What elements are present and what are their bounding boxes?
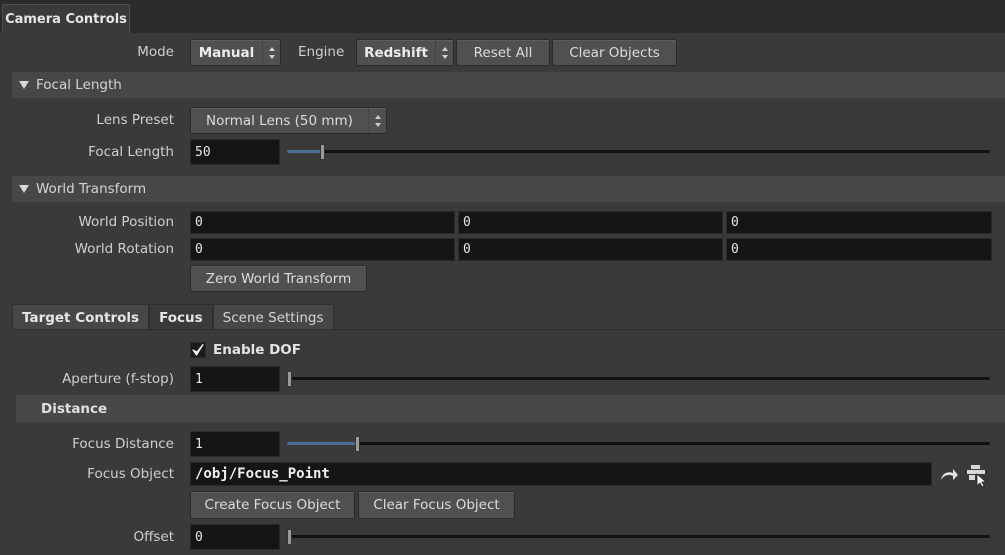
slider-track	[287, 150, 990, 153]
section-title: Focal Length	[36, 77, 122, 93]
up-down-arrows-icon	[435, 40, 453, 65]
triangle-down-icon	[12, 184, 36, 194]
world-position-label: World Position	[78, 214, 174, 230]
slider-fill	[287, 150, 322, 153]
focus-object-field[interactable]: /obj/Focus_Point	[190, 462, 932, 486]
up-down-arrows-icon	[262, 40, 280, 65]
slider-track	[287, 535, 990, 538]
jump-arrow-icon[interactable]	[938, 464, 960, 486]
world-rotation-z-field[interactable]: 0	[726, 238, 992, 261]
up-down-arrows-icon	[368, 108, 386, 133]
slider-track	[287, 442, 990, 445]
engine-menu[interactable]: Redshift	[356, 39, 454, 66]
focus-distance-label: Focus Distance	[72, 436, 174, 452]
slider-handle[interactable]	[287, 371, 292, 387]
focal-length-slider[interactable]	[287, 140, 990, 164]
triangle-down-icon	[12, 80, 36, 90]
clear-focus-object-button[interactable]: Clear Focus Object	[358, 491, 515, 519]
lens-preset-label: Lens Preset	[96, 112, 174, 128]
slider-track	[287, 377, 990, 380]
aperture-label: Aperture (f-stop)	[62, 371, 174, 387]
world-position-x-field[interactable]: 0	[190, 211, 455, 234]
focal-length-label: Focal Length	[88, 144, 174, 160]
world-position-z-field[interactable]: 0	[726, 211, 992, 234]
focal-length-field[interactable]: 50	[190, 139, 280, 165]
node-picker-icon[interactable]	[965, 463, 989, 488]
slider-handle[interactable]	[355, 436, 360, 452]
world-transform-section-header[interactable]: World Transform	[12, 176, 1005, 202]
tab-scene-settings[interactable]: Scene Settings	[212, 304, 334, 330]
focal-length-section-header[interactable]: Focal Length	[12, 72, 1005, 98]
focus-distance-slider[interactable]	[287, 432, 990, 456]
tab-bar	[0, 0, 1005, 33]
section-title: Distance	[41, 400, 108, 417]
world-position-y-field[interactable]: 0	[458, 211, 723, 234]
lens-preset-menu[interactable]: Normal Lens (50 mm)	[190, 107, 387, 134]
tab-divider	[12, 329, 1005, 330]
world-rotation-label: World Rotation	[74, 241, 174, 257]
tab-camera-controls[interactable]: Camera Controls	[2, 4, 130, 33]
aperture-slider[interactable]	[287, 367, 990, 391]
offset-field[interactable]: 0	[190, 524, 280, 550]
mode-label: Mode	[137, 44, 174, 60]
reset-all-button[interactable]: Reset All	[456, 39, 550, 66]
create-focus-object-button[interactable]: Create Focus Object	[190, 491, 355, 519]
lens-preset-value: Normal Lens (50 mm)	[206, 112, 353, 129]
checkmark-icon	[192, 343, 204, 356]
section-title: World Transform	[36, 181, 147, 197]
slider-handle[interactable]	[287, 529, 292, 545]
aperture-field[interactable]: 1	[190, 366, 280, 392]
enable-dof-label: Enable DOF	[213, 342, 301, 358]
world-rotation-y-field[interactable]: 0	[458, 238, 723, 261]
offset-label: Offset	[133, 529, 174, 545]
distance-section-header: Distance	[16, 395, 1005, 422]
slider-handle[interactable]	[320, 144, 325, 160]
focus-object-label: Focus Object	[87, 466, 174, 482]
slider-fill	[287, 442, 357, 445]
tab-focus[interactable]: Focus	[149, 304, 213, 330]
offset-slider[interactable]	[287, 525, 990, 549]
zero-world-transform-button[interactable]: Zero World Transform	[190, 265, 367, 292]
focus-distance-field[interactable]: 1	[190, 431, 280, 457]
lower-tab-bar: Target Controls Focus Scene Settings	[12, 304, 334, 330]
engine-menu-value: Redshift	[364, 44, 428, 61]
clear-objects-button[interactable]: Clear Objects	[552, 39, 677, 66]
enable-dof-checkbox[interactable]	[190, 342, 206, 358]
mode-menu-value: Manual	[198, 44, 255, 61]
tab-target-controls[interactable]: Target Controls	[12, 304, 150, 330]
mode-menu[interactable]: Manual	[190, 39, 281, 66]
engine-label: Engine	[298, 44, 345, 60]
world-rotation-x-field[interactable]: 0	[190, 238, 455, 261]
